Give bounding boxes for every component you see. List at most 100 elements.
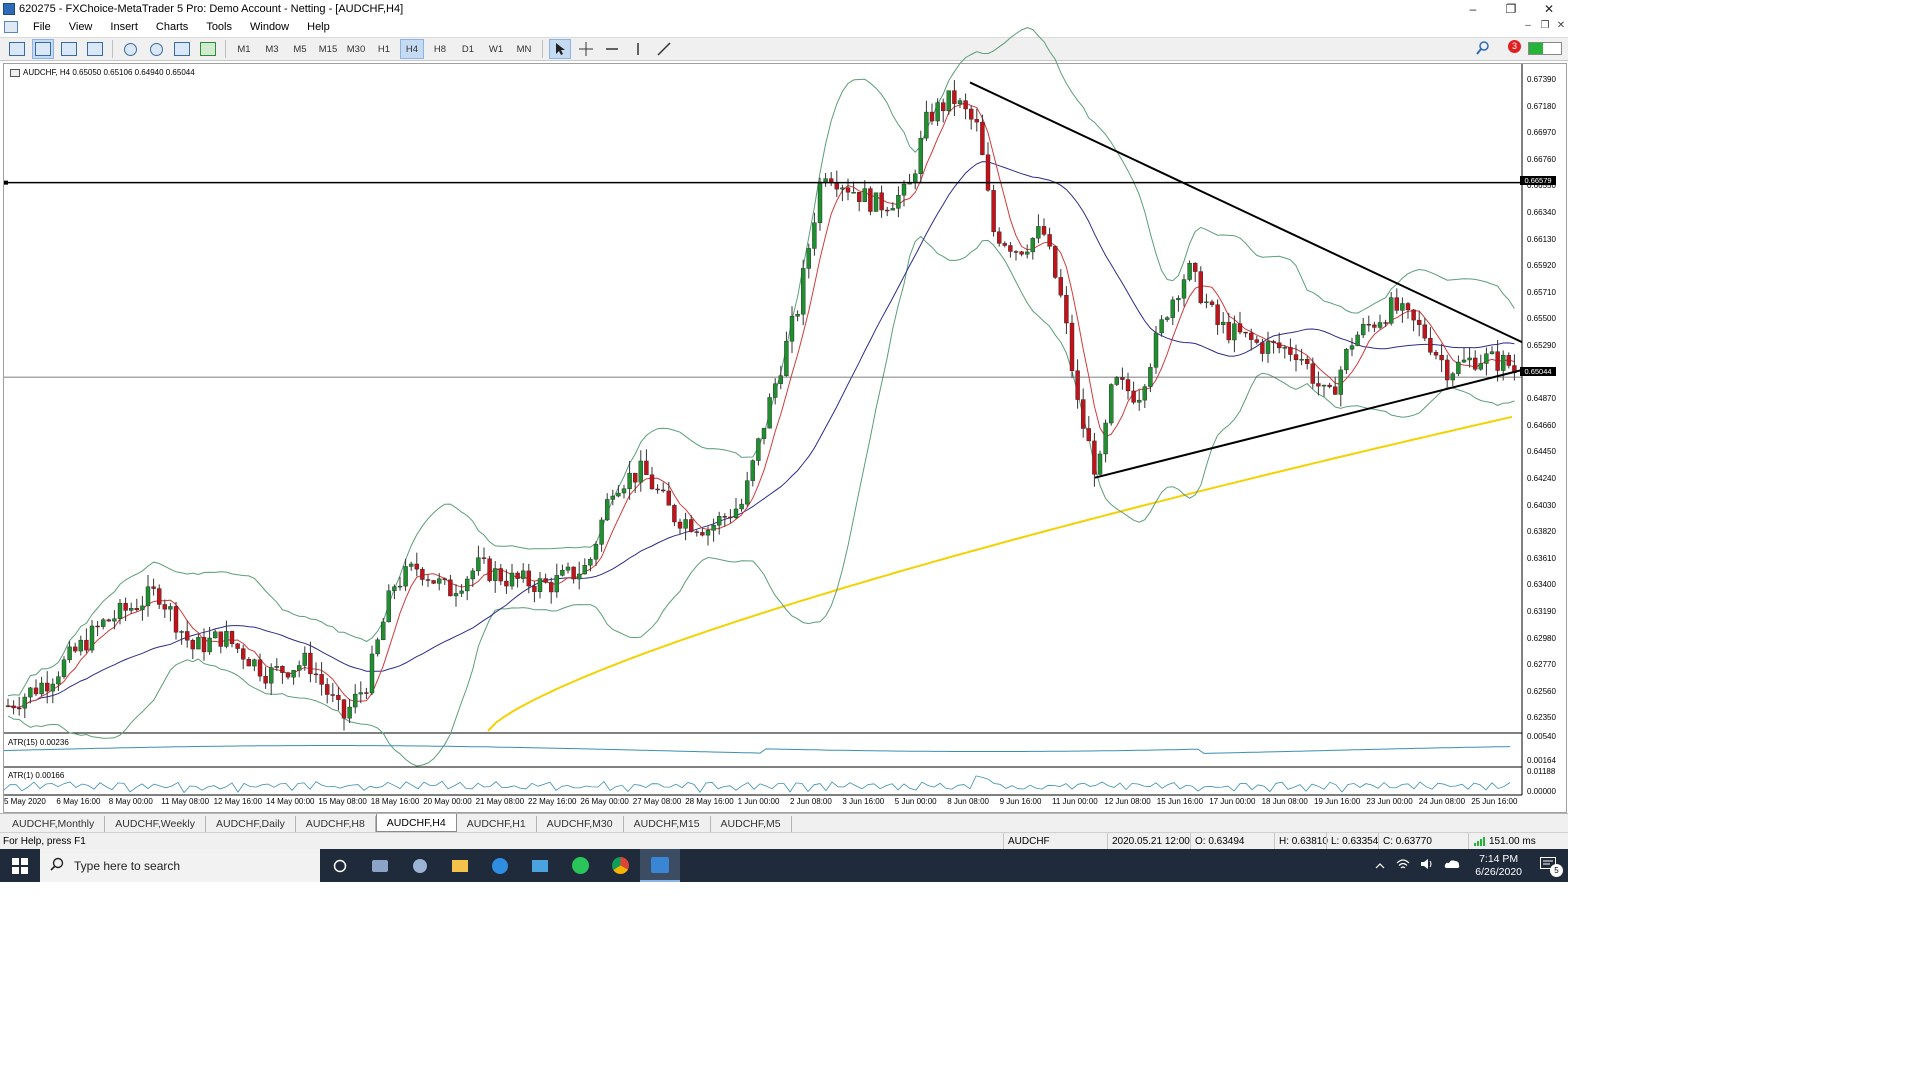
bullish-candle: [1103, 422, 1108, 455]
bearish-candle: [722, 516, 727, 518]
time-axis-label: 23 Jun 00:00: [1366, 797, 1413, 806]
time-axis-label: 12 May 16:00: [213, 797, 263, 806]
bullish-candle: [627, 472, 632, 489]
bullish-candle: [470, 570, 475, 580]
symbol-icon: [10, 68, 20, 77]
bearish-candle: [498, 568, 503, 582]
price-chart[interactable]: [0, 0, 1568, 813]
chevron-up-icon[interactable]: [1369, 860, 1391, 872]
bearish-candle: [997, 231, 1002, 244]
bearish-candle: [834, 182, 839, 190]
bullish-candle: [302, 652, 307, 666]
file-explorer-icon[interactable]: [440, 849, 480, 882]
tab-audchf-h1[interactable]: AUDCHF,H1: [457, 816, 537, 832]
bearish-candle: [425, 579, 431, 581]
price-axis-label: 0.65500: [1527, 314, 1556, 324]
atr1-scale-bottom: 0.00000: [1527, 787, 1556, 796]
bearish-candle: [1120, 377, 1125, 380]
time-axis-label: 18 Jun 08:00: [1261, 797, 1308, 806]
bullish-candle: [1500, 355, 1506, 371]
tab-audchf-monthly[interactable]: AUDCHF,Monthly: [2, 816, 106, 832]
tab-audchf-m15[interactable]: AUDCHF,M15: [624, 816, 711, 832]
bearish-candle: [325, 684, 330, 695]
whatsapp-icon[interactable]: [560, 849, 600, 882]
bullish-candle: [1377, 322, 1383, 328]
bearish-candle: [649, 474, 655, 490]
bearish-candle: [84, 639, 89, 651]
bullish-candle: [1344, 349, 1349, 371]
status-low: L: 0.63354: [1326, 833, 1378, 850]
bearish-candle: [963, 100, 968, 110]
bullish-candle: [252, 659, 257, 667]
time-axis-label: 20 May 00:00: [423, 797, 472, 806]
tab-audchf-m5[interactable]: AUDCHF,M5: [711, 816, 792, 832]
bullish-candle: [761, 427, 767, 439]
bearish-candle: [11, 705, 16, 709]
atr15-scale-top: 0.00540: [1527, 732, 1556, 741]
photos-app-icon[interactable]: [360, 849, 400, 882]
tab-audchf-h8[interactable]: AUDCHF,H8: [296, 816, 376, 832]
bearish-candle: [1215, 304, 1220, 325]
bearish-candle: [448, 579, 453, 597]
mid-moving-average-line: [7, 161, 1515, 708]
time-axis-label: 3 Jun 16:00: [842, 797, 885, 806]
settings-app-icon[interactable]: [400, 849, 440, 882]
action-center-icon[interactable]: 5: [1532, 857, 1568, 877]
bearish-candle: [151, 586, 156, 589]
bullish-candle: [823, 178, 828, 183]
status-open: O: 0.63494: [1190, 833, 1274, 850]
time-axis-label: 11 Jun 00:00: [1052, 797, 1098, 806]
chrome-browser-icon[interactable]: [600, 849, 640, 882]
clock[interactable]: 7:14 PM 6/26/2020: [1465, 853, 1532, 879]
bearish-candle: [1394, 297, 1400, 311]
tab-audchf-weekly[interactable]: AUDCHF,Weekly: [105, 816, 207, 832]
bullish-candle: [795, 314, 800, 317]
time-axis-label: 24 Jun 08:00: [1418, 797, 1466, 806]
bearish-candle: [885, 209, 890, 212]
status-bar: For Help, press F1 AUDCHF 2020.05.21 12:…: [0, 832, 1568, 850]
atr15-label: ATR(15) 0.00236: [8, 738, 69, 747]
price-axis-label: 0.62980: [1527, 633, 1556, 643]
time-axis-label: 22 May 16:00: [528, 797, 577, 806]
bullish-candle: [946, 90, 951, 112]
tab-audchf-m30[interactable]: AUDCHF,M30: [537, 816, 624, 832]
bearish-candle: [980, 121, 985, 156]
windows-start-button[interactable]: [0, 849, 40, 882]
price-axis-label: 0.63820: [1527, 527, 1556, 537]
bullish-candle: [1170, 299, 1176, 318]
bearish-candle: [728, 516, 733, 519]
search-placeholder: Type here to search: [74, 858, 181, 873]
bearish-candle: [1433, 352, 1439, 356]
bearish-candle: [879, 192, 884, 211]
bearish-candle: [442, 578, 447, 581]
bullish-candle: [1024, 251, 1030, 255]
metatrader-app-icon[interactable]: [640, 849, 680, 882]
bullish-candle: [437, 578, 442, 584]
bullish-candle: [806, 248, 811, 269]
bullish-candle: [593, 544, 599, 560]
bearish-candle: [1237, 323, 1243, 333]
onedrive-icon[interactable]: [1439, 859, 1465, 872]
bearish-candle: [257, 659, 263, 677]
wifi-icon[interactable]: [1391, 858, 1415, 873]
bearish-candle: [1288, 347, 1293, 355]
tab-audchf-h4[interactable]: AUDCHF,H4: [375, 814, 457, 832]
bearish-candle: [694, 531, 699, 533]
bullish-candle: [291, 670, 296, 678]
taskbar-search[interactable]: Type here to search: [40, 849, 320, 882]
bullish-candle: [935, 102, 940, 122]
messaging-app-icon[interactable]: [520, 849, 560, 882]
bullish-candle: [750, 460, 755, 481]
price-axis-label: 0.66340: [1527, 207, 1556, 217]
bullish-candle: [112, 618, 117, 622]
bullish-candle: [1461, 359, 1467, 363]
bearish-candle: [95, 625, 100, 628]
volume-icon[interactable]: [1415, 858, 1439, 873]
task-view-icon[interactable]: [320, 849, 360, 882]
bullish-candle: [560, 569, 565, 576]
edge-browser-icon[interactable]: [480, 849, 520, 882]
price-axis-label: 0.64450: [1527, 447, 1556, 457]
bullish-candle: [459, 590, 464, 594]
tab-audchf-daily[interactable]: AUDCHF,Daily: [206, 816, 296, 832]
bullish-candle: [767, 397, 772, 429]
